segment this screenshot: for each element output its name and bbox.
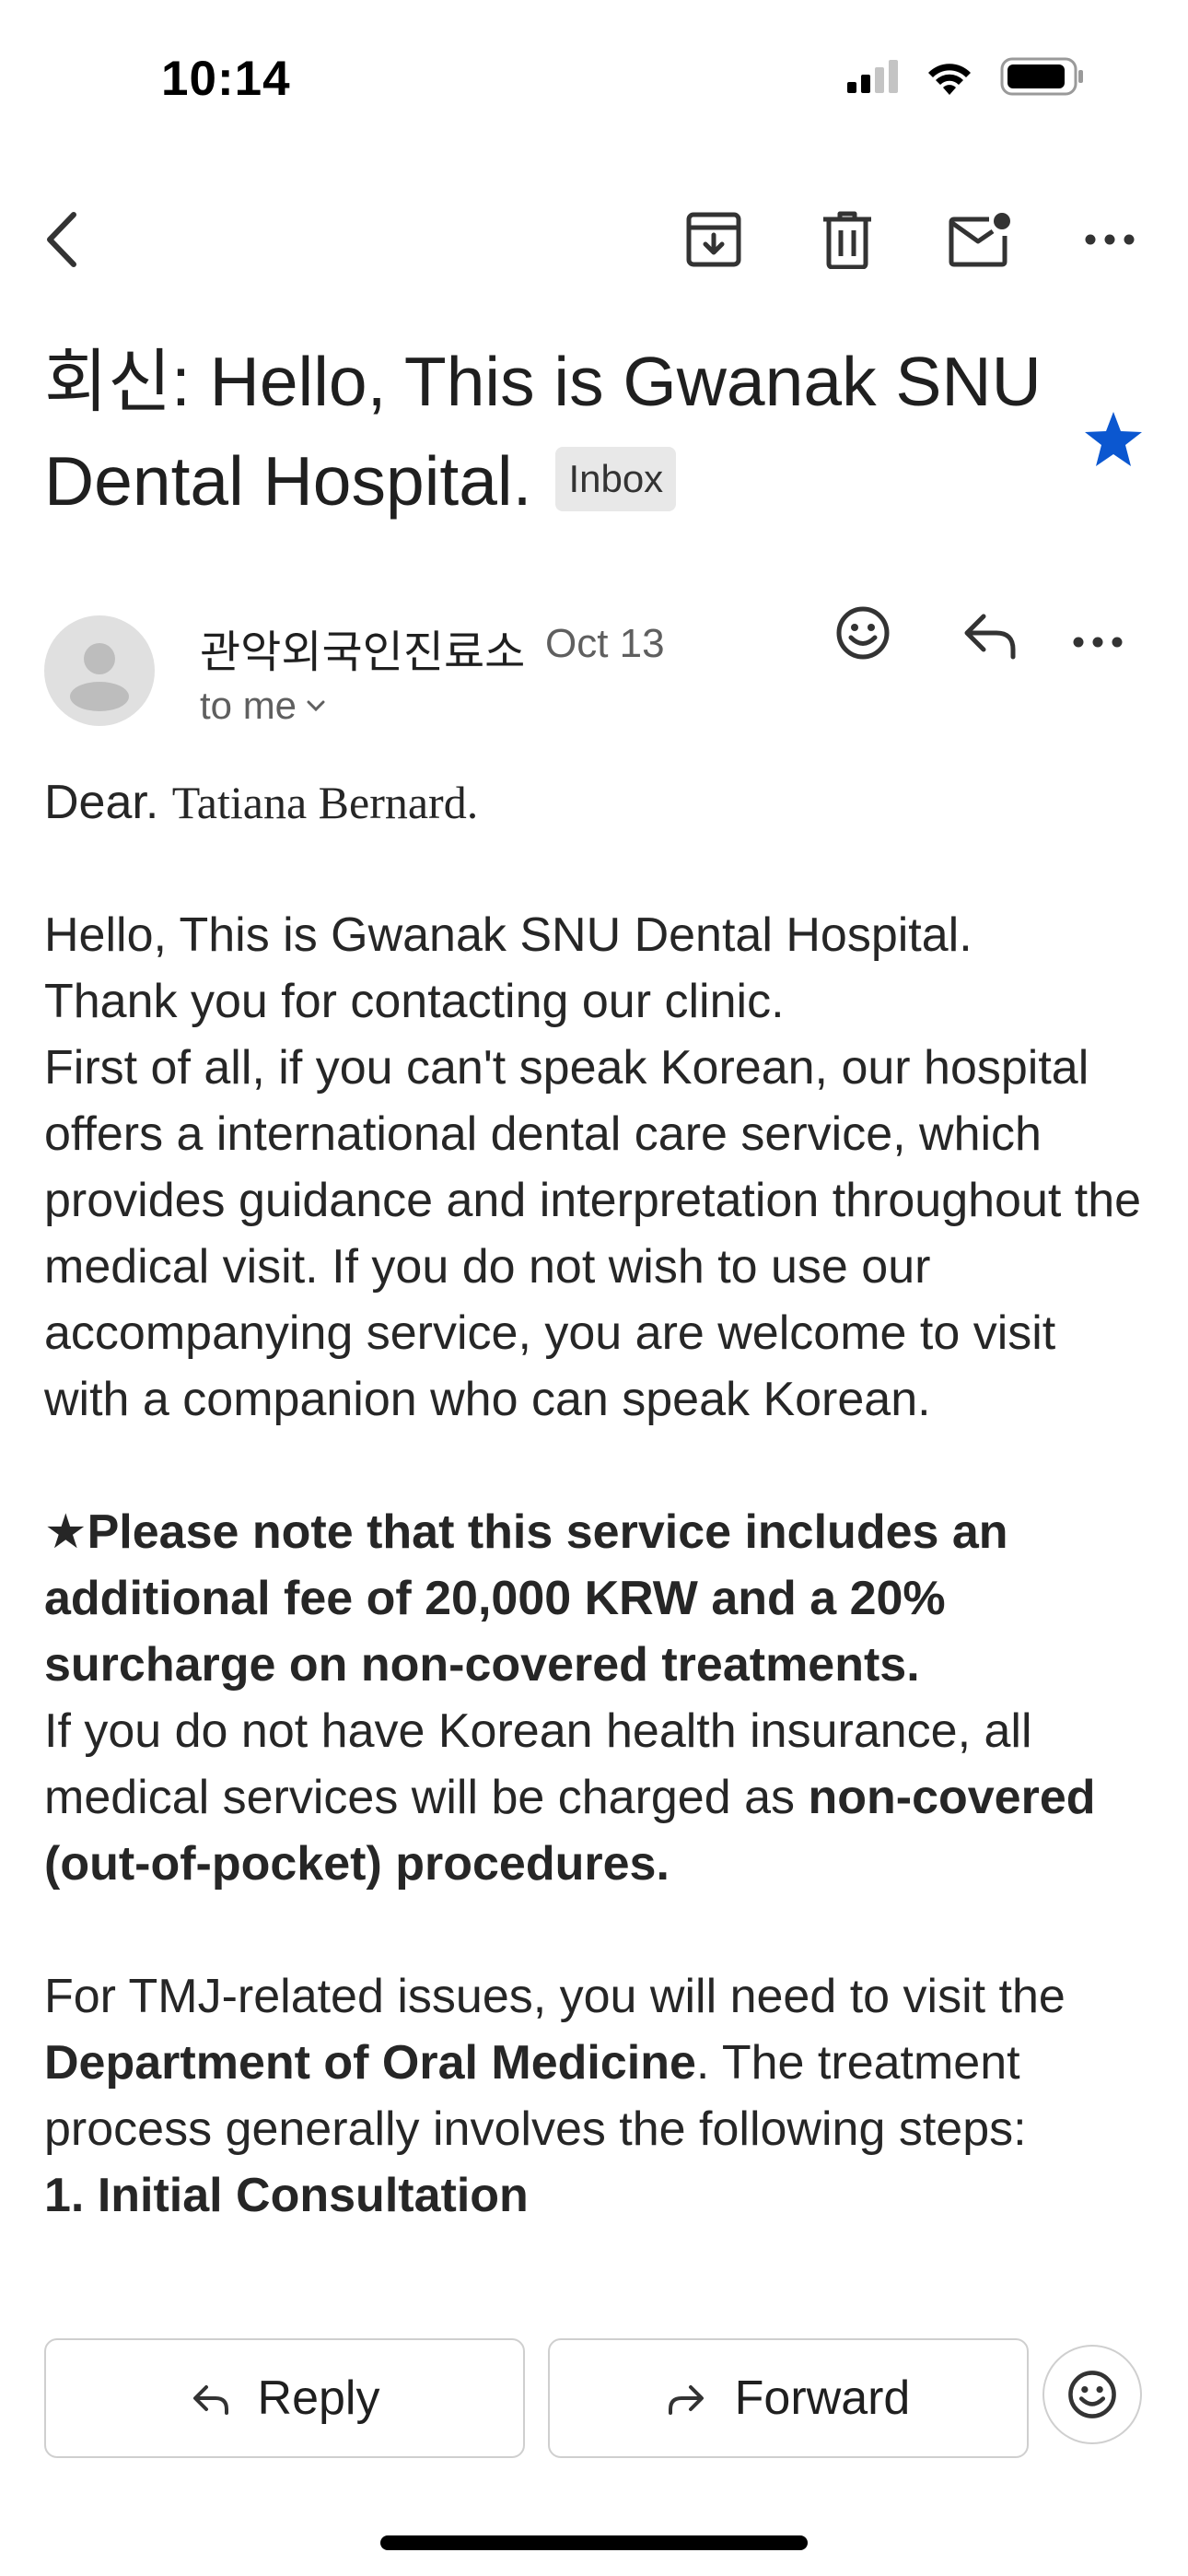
archive-icon bbox=[686, 212, 741, 267]
archive-button[interactable] bbox=[663, 184, 764, 295]
tmj-paragraph: For TMJ-related issues, you will need to… bbox=[44, 1963, 1149, 2162]
back-button[interactable] bbox=[11, 184, 112, 295]
emoji-icon bbox=[836, 606, 890, 660]
fee-note: ★Please note that this service includes … bbox=[44, 1505, 1008, 1692]
delete-button[interactable] bbox=[797, 184, 898, 295]
forward-button[interactable]: Forward bbox=[548, 2338, 1029, 2458]
more-options-button[interactable] bbox=[1059, 184, 1160, 295]
reply-icon bbox=[964, 614, 1016, 660]
person-icon bbox=[70, 643, 129, 711]
department-name: Department of Oral Medicine bbox=[44, 2036, 696, 2090]
sender-avatar[interactable] bbox=[44, 615, 155, 726]
recipient-text: to me bbox=[200, 684, 297, 727]
forward-icon bbox=[668, 2385, 704, 2415]
wifi-icon bbox=[928, 64, 971, 95]
status-icons bbox=[847, 57, 1085, 96]
intro-line-2: Thank you for contacting our clinic. bbox=[44, 975, 785, 1028]
mark-unread-icon bbox=[949, 213, 1010, 267]
greeting-name: Tatiana Bernard. bbox=[171, 777, 479, 828]
battery-icon bbox=[1000, 57, 1083, 96]
reply-label: Reply bbox=[257, 2371, 380, 2425]
sender-name[interactable]: 관악외국인진료소 bbox=[200, 615, 525, 680]
emoji-reaction-button[interactable] bbox=[1042, 2345, 1142, 2444]
emoji-icon bbox=[1068, 2371, 1116, 2418]
tmj-text: For TMJ-related issues, you will need to… bbox=[44, 1970, 1066, 2023]
intro-line-1: Hello, This is Gwanak SNU Dental Hospita… bbox=[44, 908, 973, 962]
trash-icon bbox=[823, 211, 871, 269]
step-1: 1. Initial Consultation bbox=[44, 2169, 529, 2222]
email-subject: 회신: Hello, This is Gwanak SNU Dental Hos… bbox=[44, 332, 1057, 531]
more-icon bbox=[1073, 637, 1123, 648]
star-icon bbox=[1085, 412, 1142, 466]
reply-icon bbox=[192, 2385, 228, 2415]
forward-label: Forward bbox=[734, 2371, 911, 2425]
home-indicator[interactable] bbox=[380, 2535, 808, 2550]
mark-unread-button[interactable] bbox=[930, 184, 1031, 295]
status-bar: 10:14 bbox=[0, 0, 1188, 147]
reply-button[interactable]: Reply bbox=[44, 2338, 525, 2458]
chevron-down-icon bbox=[307, 700, 325, 712]
message-more-button[interactable] bbox=[1073, 636, 1123, 652]
greeting-line: Dear. Tatiana Bernard. bbox=[44, 769, 1149, 836]
email-date: Oct 13 bbox=[545, 621, 665, 666]
inbox-label-badge[interactable]: Inbox bbox=[555, 447, 677, 512]
bottom-action-bar: Reply Forward bbox=[0, 2322, 1188, 2460]
reply-quick-button[interactable] bbox=[958, 603, 1020, 667]
email-toolbar bbox=[0, 184, 1188, 295]
subject-text: 회신: Hello, This is Gwanak SNU Dental Hos… bbox=[44, 343, 1042, 520]
recipient-toggle[interactable]: to me bbox=[200, 684, 326, 728]
star-button[interactable] bbox=[1083, 410, 1144, 474]
insurance-paragraph: If you do not have Korean health insuran… bbox=[44, 1698, 1149, 1897]
status-time: 10:14 bbox=[161, 52, 291, 106]
back-icon bbox=[47, 212, 76, 267]
more-icon bbox=[1085, 234, 1135, 245]
service-paragraph: First of all, if you can't speak Korean,… bbox=[44, 1041, 1142, 1426]
cellular-signal-icon bbox=[847, 60, 898, 93]
greeting: Dear. bbox=[44, 776, 159, 829]
email-body: Dear. Tatiana Bernard. Hello, This is Gw… bbox=[44, 769, 1149, 2317]
react-emoji-button[interactable] bbox=[833, 603, 892, 667]
